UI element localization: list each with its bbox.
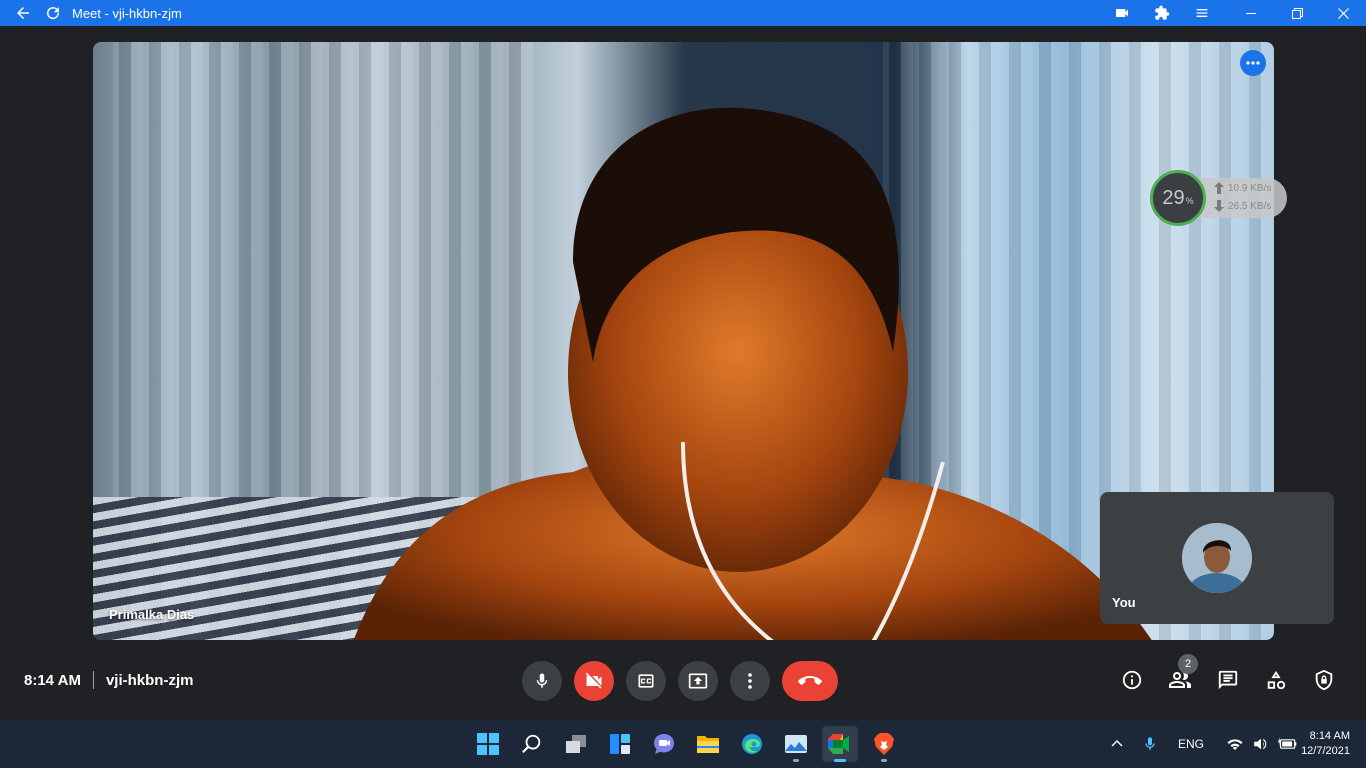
closed-captions-icon xyxy=(638,674,654,688)
taskbar-clock[interactable]: 8:14 AM 12/7/2021 xyxy=(1290,729,1350,759)
window-title: Meet - vji-hkbn-zjm xyxy=(72,5,182,21)
meeting-info: 8:14 AM vji-hkbn-zjm xyxy=(24,671,193,689)
teams-chat-icon xyxy=(654,734,674,754)
close-icon xyxy=(1337,7,1349,19)
microphone-in-use-icon[interactable] xyxy=(1142,736,1158,752)
meeting-time: 8:14 AM xyxy=(24,671,81,689)
meeting-control-bar: 8:14 AM vji-hkbn-zjm 2 xyxy=(0,648,1366,720)
more-options-button[interactable] xyxy=(730,661,770,701)
taskbar-date: 12/7/2021 xyxy=(1301,745,1350,757)
menu-button[interactable] xyxy=(1182,0,1222,26)
side-panel-controls: 2 xyxy=(1112,654,1344,702)
windows-taskbar: ENG 8:14 AM 12/7/2021 xyxy=(0,720,1366,768)
title-bar: Meet - vji-hkbn-zjm xyxy=(0,0,1366,26)
brave-icon xyxy=(874,733,894,755)
activities-button[interactable] xyxy=(1256,658,1296,702)
chevron-up-icon[interactable] xyxy=(1110,737,1124,751)
videocam-icon xyxy=(1116,9,1128,17)
camera-status-button[interactable] xyxy=(1102,0,1142,26)
hamburger-menu-icon xyxy=(1196,9,1208,17)
call-controls xyxy=(522,661,838,701)
minimize-button[interactable] xyxy=(1228,0,1274,26)
cpu-usage-value: 29 xyxy=(1162,186,1185,209)
more-horizontal-icon xyxy=(1246,61,1260,65)
info-icon xyxy=(1122,670,1142,690)
microphone-button[interactable] xyxy=(522,661,562,701)
edge-icon xyxy=(742,734,762,754)
download-speed: 26.5 KB/s xyxy=(1228,200,1272,212)
teams-chat-button[interactable] xyxy=(646,726,682,762)
meeting-details-button[interactable] xyxy=(1112,658,1152,702)
more-vertical-icon xyxy=(748,673,752,689)
file-explorer-button[interactable] xyxy=(690,726,726,762)
self-label: You xyxy=(1112,595,1136,610)
restore-icon xyxy=(1291,7,1303,19)
system-tray: ENG xyxy=(1110,720,1298,768)
network-speed-widget[interactable]: 10.9 KB/s 26.5 KB/s 29% xyxy=(1150,170,1288,226)
shield-lock-icon xyxy=(1315,669,1333,691)
wifi-icon[interactable] xyxy=(1226,736,1244,752)
reload-icon xyxy=(47,7,60,20)
main-video-tile[interactable]: Primalka Dias xyxy=(93,42,1274,640)
back-button[interactable] xyxy=(8,0,38,26)
cpu-usage-unit: % xyxy=(1185,196,1194,206)
participant-name-label: Primalka Dias xyxy=(109,607,195,622)
google-meet-button[interactable] xyxy=(822,726,858,762)
puzzle-icon xyxy=(1155,5,1170,20)
meeting-code: vji-hkbn-zjm xyxy=(105,671,194,689)
call-end-icon xyxy=(798,676,822,685)
upload-arrow-icon xyxy=(1214,182,1224,194)
participants-count-badge: 2 xyxy=(1178,654,1198,674)
task-view-button[interactable] xyxy=(558,726,594,762)
arrow-left-icon xyxy=(17,7,29,19)
running-indicator xyxy=(881,759,887,762)
language-indicator[interactable]: ENG xyxy=(1178,737,1204,751)
widgets-icon xyxy=(610,734,630,754)
taskbar-search-button[interactable] xyxy=(514,726,550,762)
self-video-tile[interactable]: You xyxy=(1100,492,1334,624)
google-meet-icon xyxy=(828,734,849,754)
extensions-button[interactable] xyxy=(1142,0,1182,26)
people-button[interactable]: 2 xyxy=(1160,654,1200,702)
tile-more-options-button[interactable] xyxy=(1240,50,1266,76)
meeting-info-divider xyxy=(92,671,94,689)
windows-start-icon xyxy=(477,733,499,755)
upload-speed: 10.9 KB/s xyxy=(1228,182,1272,194)
task-view-icon xyxy=(566,735,586,753)
leave-call-button[interactable] xyxy=(782,661,838,701)
file-explorer-icon xyxy=(697,736,719,753)
host-controls-button[interactable] xyxy=(1304,658,1344,702)
close-button[interactable] xyxy=(1320,0,1366,26)
cpu-usage-gauge: 29% xyxy=(1150,170,1206,226)
reload-button[interactable] xyxy=(38,0,68,26)
shapes-icon xyxy=(1267,670,1286,690)
minimize-icon xyxy=(1246,13,1256,14)
search-icon xyxy=(522,734,541,754)
download-arrow-icon xyxy=(1214,200,1224,212)
chat-button[interactable] xyxy=(1208,658,1248,702)
volume-icon[interactable] xyxy=(1252,736,1270,752)
start-button[interactable] xyxy=(470,726,506,762)
person-silhouette xyxy=(353,107,1152,640)
chat-icon xyxy=(1218,670,1238,690)
edge-button[interactable] xyxy=(734,726,770,762)
photos-button[interactable] xyxy=(778,726,814,762)
self-avatar xyxy=(1182,523,1252,593)
microphone-icon xyxy=(536,673,548,688)
avatar-image xyxy=(1182,523,1252,593)
photos-icon xyxy=(785,735,807,753)
taskbar-time: 8:14 AM xyxy=(1309,730,1350,742)
present-to-all-icon xyxy=(688,673,708,689)
videocam-off-icon xyxy=(585,672,602,689)
widgets-button[interactable] xyxy=(602,726,638,762)
active-indicator xyxy=(834,759,846,762)
brave-button[interactable] xyxy=(866,726,902,762)
taskbar-apps xyxy=(470,726,902,762)
running-indicator xyxy=(793,759,799,762)
captions-button[interactable] xyxy=(626,661,666,701)
present-screen-button[interactable] xyxy=(678,661,718,701)
camera-off-button[interactable] xyxy=(574,661,614,701)
restore-button[interactable] xyxy=(1274,0,1320,26)
